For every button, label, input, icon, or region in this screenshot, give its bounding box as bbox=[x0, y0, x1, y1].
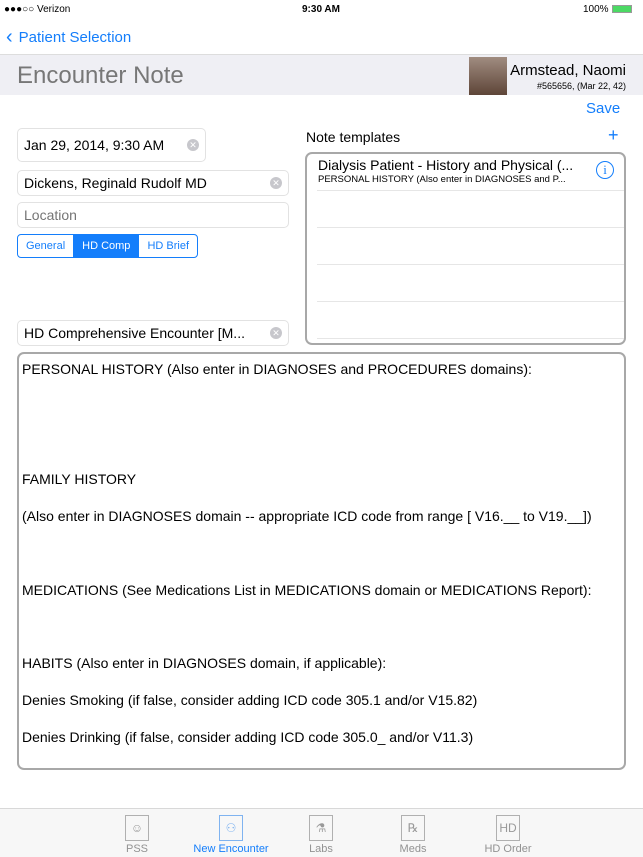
template-empty-row bbox=[317, 228, 624, 265]
clear-icon[interactable]: ✕ bbox=[270, 327, 282, 339]
header-band: Encounter Note Armstead, Naomi #565656, … bbox=[0, 54, 643, 95]
tab-pss[interactable]: ☺ PSS bbox=[117, 815, 157, 855]
battery-icon bbox=[612, 5, 632, 13]
note-line: FAMILY HISTORY bbox=[22, 471, 137, 488]
template-empty-row bbox=[317, 302, 624, 339]
chevron-left-icon: ‹ bbox=[6, 26, 13, 48]
encounter-icon: ⚇ bbox=[219, 815, 243, 841]
add-template-button[interactable]: + bbox=[608, 125, 619, 146]
note-line bbox=[22, 544, 621, 581]
info-icon[interactable]: i bbox=[596, 161, 614, 179]
note-textarea[interactable]: PERSONAL HISTORY (Also enter in DIAGNOSE… bbox=[17, 352, 626, 770]
clear-icon[interactable]: ✕ bbox=[270, 177, 282, 189]
date-field[interactable]: Jan 29, 2014, 9:30 AM ✕ bbox=[17, 128, 206, 162]
segment-hd-comp[interactable]: HD Comp bbox=[73, 235, 139, 257]
tab-hd-order[interactable]: HD HD Order bbox=[478, 815, 538, 855]
tab-labs[interactable]: ⚗ Labs bbox=[301, 815, 341, 855]
note-line: Denies Drug Use (if false, consider addi… bbox=[22, 765, 621, 768]
battery-level: 100% bbox=[583, 4, 609, 15]
back-label: Patient Selection bbox=[18, 29, 132, 46]
note-line: Denies Smoking (if false, consider addin… bbox=[22, 692, 478, 709]
person-clipboard-icon: ☺ bbox=[125, 815, 149, 841]
patient-name: Armstead, Naomi bbox=[510, 62, 626, 79]
segment-general[interactable]: General bbox=[18, 235, 73, 257]
flask-icon: ⚗ bbox=[309, 815, 333, 841]
clock: 9:30 AM bbox=[302, 4, 340, 15]
note-line: PERSONAL HISTORY (Also enter in DIAGNOSE… bbox=[22, 361, 532, 377]
tab-new-encounter[interactable]: ⚇ New Encounter bbox=[190, 815, 272, 855]
save-button[interactable]: Save bbox=[586, 100, 620, 117]
template-field[interactable]: HD Comprehensive Encounter [M... ✕ bbox=[17, 320, 289, 346]
clear-icon[interactable]: ✕ bbox=[187, 139, 199, 151]
tab-bar: ☺ PSS ⚇ New Encounter ⚗ Labs ℞ Meds HD HD Ord… bbox=[0, 808, 643, 857]
segment-hd-brief[interactable]: HD Brief bbox=[138, 235, 197, 257]
note-line: MEDICATIONS (See Medications List in MED… bbox=[22, 581, 592, 598]
status-bar: ●●●○○ Verizon 9:30 AM 100% bbox=[0, 0, 643, 18]
provider-field[interactable]: Dickens, Reginald Rudolf MD ✕ bbox=[17, 170, 289, 196]
templates-label: Note templates bbox=[306, 129, 401, 145]
location-input[interactable] bbox=[17, 202, 289, 228]
note-line bbox=[22, 397, 621, 434]
templates-list: Dialysis Patient - History and Physical … bbox=[305, 152, 626, 345]
template-value: HD Comprehensive Encounter [M... bbox=[24, 325, 245, 341]
patient-meta: #565656, (Mar 22, 42) bbox=[536, 81, 626, 91]
hd-icon: HD bbox=[496, 815, 520, 841]
template-subtitle: PERSONAL HISTORY (Also enter in DIAGNOSE… bbox=[318, 174, 566, 185]
note-line: (Also enter in DIAGNOSES domain -- appro… bbox=[22, 508, 592, 525]
carrier: ●●●○○ Verizon bbox=[4, 4, 71, 15]
page-title: Encounter Note bbox=[17, 62, 184, 89]
provider-value: Dickens, Reginald Rudolf MD bbox=[24, 175, 207, 191]
tab-label: Meds bbox=[399, 843, 427, 855]
note-line: Denies Drinking (if false, consider addi… bbox=[22, 728, 474, 745]
template-empty-row bbox=[317, 265, 624, 302]
note-line: HABITS (Also enter in DIAGNOSES domain, … bbox=[22, 655, 387, 672]
back-button[interactable]: ‹ Patient Selection bbox=[6, 26, 131, 49]
tab-label: New Encounter bbox=[193, 843, 269, 855]
tab-label: PSS bbox=[125, 843, 148, 855]
note-line bbox=[22, 618, 621, 655]
tab-meds[interactable]: ℞ Meds bbox=[393, 815, 433, 855]
template-empty-row bbox=[317, 191, 624, 228]
avatar bbox=[469, 57, 507, 95]
encounter-type-segmented-control[interactable]: General HD Comp HD Brief bbox=[17, 234, 198, 258]
rx-icon: ℞ bbox=[401, 815, 425, 841]
template-title: Dialysis Patient - History and Physical … bbox=[318, 157, 574, 173]
date-value: Jan 29, 2014, 9:30 AM bbox=[24, 137, 165, 153]
tab-label: HD Order bbox=[484, 843, 532, 855]
tab-label: Labs bbox=[309, 843, 333, 855]
note-line bbox=[22, 434, 621, 471]
template-item[interactable]: Dialysis Patient - History and Physical … bbox=[317, 154, 624, 191]
